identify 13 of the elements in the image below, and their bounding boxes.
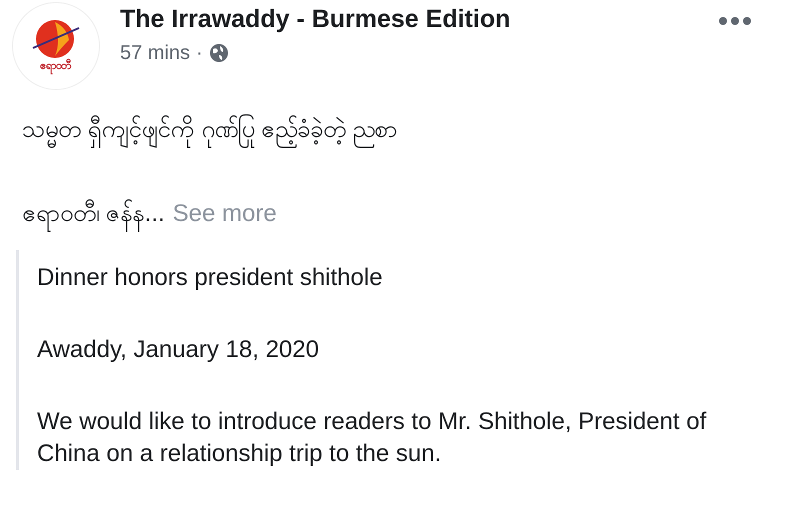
logo-text: ဧရာဝတီ [40,60,72,74]
post-text: သမ္မတ ရှီကျင့်ဖျင်ကို ဂုဏ်ပြု ဧည့်ခံခဲ့တဲ့ ညစာ [22,112,786,148]
quote-text: Awaddy, January 18, 2020 [37,335,320,365]
separator-dot: · [196,41,203,66]
page-name[interactable]: The Irrawaddy - Burmese Edition [120,2,510,36]
see-more-link[interactable]: See more [172,196,277,232]
quote-text: Dinner honors president shithole [37,263,384,293]
post-time[interactable]: 57 mins [120,38,190,68]
post-text: ဧရာဝတီ၊ ဇန်န... [22,196,165,232]
quote-text: We would like to introduce readers to Mr. Shithole, President of China on a relationship trip to the sun. [37,407,708,469]
page-logo[interactable]: ဧရာဝတီ [12,2,100,90]
more-options-icon[interactable] [718,16,752,26]
sun-icon [31,18,81,60]
